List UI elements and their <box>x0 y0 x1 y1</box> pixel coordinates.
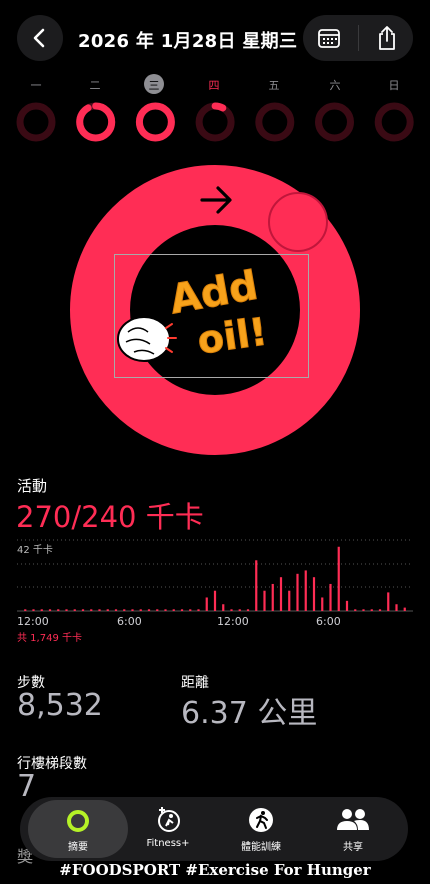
chart-bar <box>230 609 233 611</box>
chart-bar <box>387 592 390 611</box>
chart-bar <box>131 609 134 611</box>
calendar-icon[interactable] <box>317 27 341 49</box>
chart-bar <box>345 600 349 611</box>
chart-max-label: 42 千卡 <box>17 541 57 556</box>
total-calories: 共 1,749 千卡 <box>17 633 82 644</box>
chart-bar <box>378 609 382 611</box>
caption-hashtags: #FOODSPORT #Exercise For Hunger <box>59 861 371 879</box>
week-ring-tue <box>76 102 116 142</box>
day-label-mon[interactable]: 一 <box>16 77 56 93</box>
tab-summary[interactable]: 摘要 <box>38 838 118 853</box>
tab-sharing[interactable]: 共享 <box>313 838 393 853</box>
chart-bar <box>81 609 85 611</box>
day-label-tue[interactable]: 二 <box>75 77 115 93</box>
day-label-thu[interactable]: 四 <box>194 77 234 93</box>
week-ring-fri <box>255 102 295 142</box>
header-actions <box>303 15 413 61</box>
chart-bar <box>238 609 241 611</box>
ring-end-cap <box>268 192 328 252</box>
tab-workouts[interactable]: 體能訓練 <box>221 838 301 853</box>
chart-bar <box>156 609 159 611</box>
tick-label: 12:00 <box>217 615 249 628</box>
chart-bar <box>213 590 217 611</box>
chart-bar <box>329 583 332 611</box>
tick-label: 6:00 <box>316 615 341 628</box>
tab-fitness-plus[interactable]: Fitness+ <box>128 838 208 849</box>
distance-value: 6.37 公里 <box>181 696 318 731</box>
activity-ring-icon[interactable] <box>65 808 91 834</box>
chart-bar <box>98 609 101 611</box>
chart-bar <box>246 609 250 611</box>
chart-bar <box>114 609 118 611</box>
share-icon[interactable] <box>375 24 399 52</box>
week-rings <box>16 102 414 142</box>
week-ring-thu <box>195 102 235 142</box>
week-ring-progress <box>76 102 116 142</box>
fitness-plus-icon[interactable] <box>155 806 183 834</box>
chart-bar <box>197 609 200 611</box>
page-title: 2026 年 1月28日 星期三 <box>78 31 298 52</box>
chart-bar <box>205 597 208 611</box>
week-ring-wed <box>135 102 175 142</box>
chart-bar <box>147 609 151 611</box>
add-oil-sticker: Add oil! <box>117 262 270 363</box>
chevron-left-icon <box>33 28 45 48</box>
tick-label: 6:00 <box>117 615 142 628</box>
workout-icon[interactable] <box>247 806 275 834</box>
chart-bar <box>279 577 283 611</box>
chart-bar <box>354 609 357 611</box>
chart-bar <box>255 560 258 611</box>
chart-bar <box>73 609 76 611</box>
chart-bar <box>40 609 43 611</box>
sticker-text-oil: oil! <box>195 309 270 362</box>
chart-bar <box>180 609 184 611</box>
day-label-sat[interactable]: 六 <box>315 77 355 93</box>
chart-bar <box>263 590 266 611</box>
floors-value: 7 <box>17 769 37 804</box>
chart-bar <box>172 609 175 611</box>
chart-bar <box>296 573 299 611</box>
chart-bar <box>395 604 398 611</box>
chart-bar <box>32 609 35 611</box>
chart-bar <box>164 609 167 611</box>
chart-bar <box>189 609 192 611</box>
chart-bar <box>222 604 225 611</box>
chart-bar <box>312 577 316 611</box>
chart-bar <box>403 607 406 611</box>
chart-bar <box>362 609 365 611</box>
tick-label: 12:00 <box>17 615 49 628</box>
chart-bar <box>90 609 93 611</box>
week-ring-sat <box>315 102 354 142</box>
chart-bar <box>271 583 274 611</box>
chart-bar <box>106 609 109 611</box>
day-label-wed[interactable]: 三 <box>134 77 174 93</box>
chart-bar <box>304 570 307 611</box>
chart-bar <box>57 609 60 611</box>
activity-label: 活動 <box>17 477 48 495</box>
chart-bar <box>139 609 142 611</box>
chart-bar <box>65 609 68 611</box>
fist-icon <box>117 316 177 362</box>
steps-value: 8,532 <box>17 688 103 723</box>
week-ring-mon <box>16 102 56 142</box>
chart-bar <box>48 609 52 611</box>
activity-chart <box>17 539 413 612</box>
day-label-sun[interactable]: 日 <box>374 77 414 93</box>
chart-bar <box>321 597 324 611</box>
chart-bar <box>24 609 27 611</box>
chart-bar <box>337 546 340 611</box>
week-ring-sun <box>374 102 414 142</box>
chart-bar <box>123 609 126 611</box>
chart-bar <box>288 590 291 611</box>
back-button[interactable] <box>17 15 63 61</box>
day-label-fri[interactable]: 五 <box>254 77 294 93</box>
chart-bar <box>370 609 373 611</box>
sharing-icon[interactable] <box>336 806 370 834</box>
week-ring-progress <box>135 102 175 142</box>
